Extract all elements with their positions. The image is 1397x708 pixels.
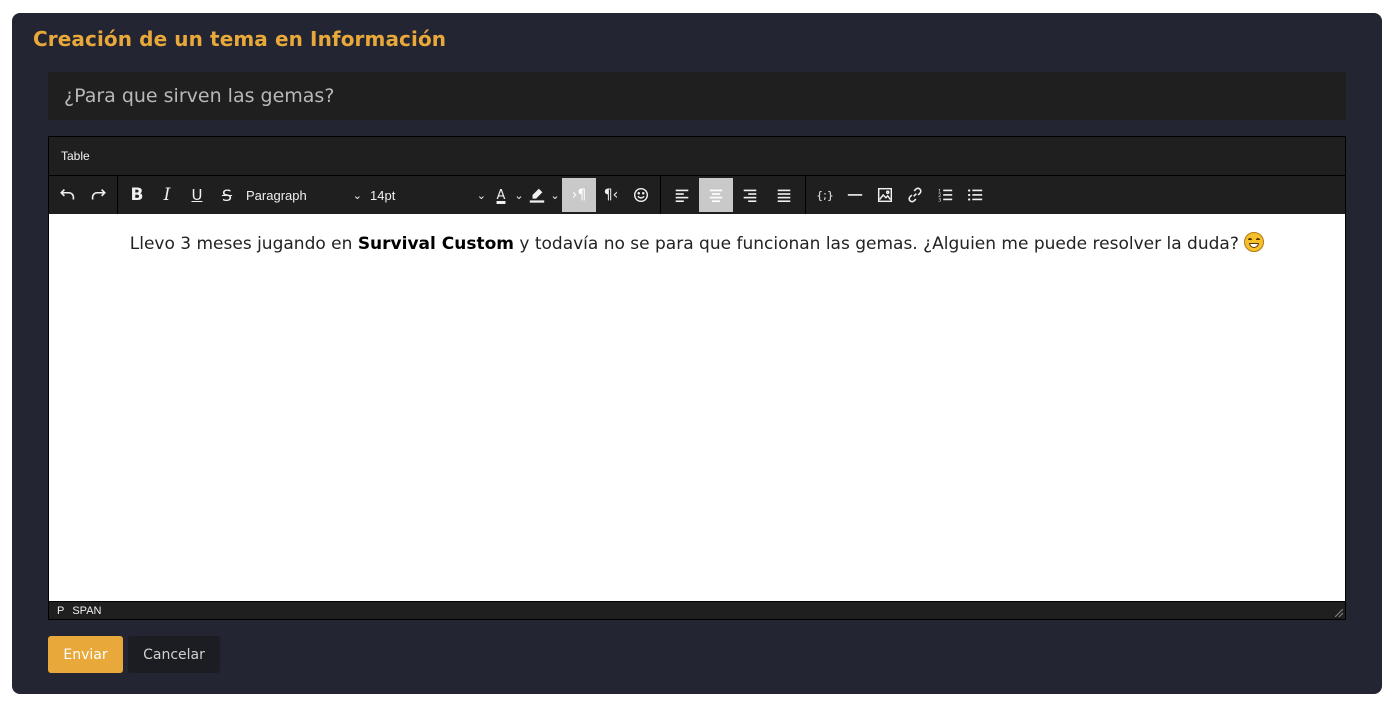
text-color-icon[interactable]: A: [490, 178, 512, 212]
paragraph-text-start: Llevo 3 meses jugando en: [129, 234, 358, 254]
cancel-button[interactable]: Cancelar: [128, 636, 220, 673]
horizontal-rule-icon[interactable]: [840, 178, 870, 212]
align-left-icon[interactable]: [665, 178, 699, 212]
send-button[interactable]: Enviar: [48, 636, 123, 673]
code-icon[interactable]: {;}: [810, 178, 840, 212]
editor-paragraph: Llevo 3 meses jugando en Survival Custom…: [49, 214, 1345, 254]
align-right-icon[interactable]: [733, 178, 767, 212]
chevron-down-icon: ⌄: [476, 189, 486, 202]
path-element-span[interactable]: SPAN: [72, 605, 101, 617]
alignment-group: [661, 176, 806, 214]
ltr-icon[interactable]: ›¶: [562, 178, 596, 212]
numbered-list-icon[interactable]: 123: [930, 178, 960, 212]
emoticons-icon[interactable]: [626, 178, 656, 212]
insert-group: {;} 123: [806, 176, 994, 214]
strikethrough-icon[interactable]: S: [212, 178, 242, 212]
paragraph-bold-text: Survival Custom: [357, 234, 514, 254]
italic-icon[interactable]: I: [152, 178, 182, 212]
font-size-select[interactable]: 14pt ⌄: [366, 178, 490, 212]
highlight-split-button[interactable]: ⌄: [526, 178, 562, 212]
history-group: [49, 176, 118, 214]
menu-table[interactable]: Table: [61, 149, 90, 163]
bullet-list-icon[interactable]: [960, 178, 990, 212]
image-icon[interactable]: [870, 178, 900, 212]
align-justify-icon[interactable]: [767, 178, 801, 212]
editor-content-area[interactable]: Llevo 3 meses jugando en Survival Custom…: [49, 214, 1345, 602]
editor-statusbar: P SPAN: [49, 601, 1345, 619]
block-format-select[interactable]: Paragraph ⌄: [242, 178, 366, 212]
rtl-icon[interactable]: ¶‹: [596, 178, 626, 212]
font-size-value: 14pt: [370, 187, 396, 203]
redo-icon[interactable]: [83, 178, 113, 212]
rich-text-editor: Table B I U S Paragraph ⌄ 14pt ⌄ A ⌄ ⌄ ›…: [48, 136, 1346, 620]
chevron-down-icon: ⌄: [352, 189, 362, 202]
chevron-down-icon[interactable]: ⌄: [512, 189, 526, 202]
bold-icon[interactable]: B: [122, 178, 152, 212]
text-color-split-button[interactable]: A ⌄: [490, 178, 526, 212]
chevron-down-icon[interactable]: ⌄: [548, 189, 562, 202]
link-icon[interactable]: [900, 178, 930, 212]
editor-menubar: Table: [49, 137, 1345, 176]
path-element-p[interactable]: P: [57, 605, 64, 617]
editor-toolbar: B I U S Paragraph ⌄ 14pt ⌄ A ⌄ ⌄ ›¶ ¶‹ {…: [49, 176, 1345, 215]
page-title: Creación de un tema en Información: [33, 27, 447, 51]
grinning-face-emoji-icon: [1244, 232, 1265, 252]
topic-title-input[interactable]: [48, 72, 1346, 120]
highlight-icon[interactable]: [526, 178, 548, 212]
formatting-group: B I U S Paragraph ⌄ 14pt ⌄ A ⌄ ⌄ ›¶ ¶‹: [118, 176, 661, 214]
undo-icon[interactable]: [53, 178, 83, 212]
topic-creation-card: Creación de un tema en Información Table…: [12, 13, 1382, 694]
paragraph-text-end: y todavía no se para que funcionan las g…: [513, 234, 1245, 254]
svg-text:3: 3: [938, 197, 941, 203]
underline-icon[interactable]: U: [182, 178, 212, 212]
align-center-icon[interactable]: [699, 178, 733, 212]
block-format-value: Paragraph: [246, 187, 307, 203]
resize-handle-icon[interactable]: [1335, 609, 1343, 617]
